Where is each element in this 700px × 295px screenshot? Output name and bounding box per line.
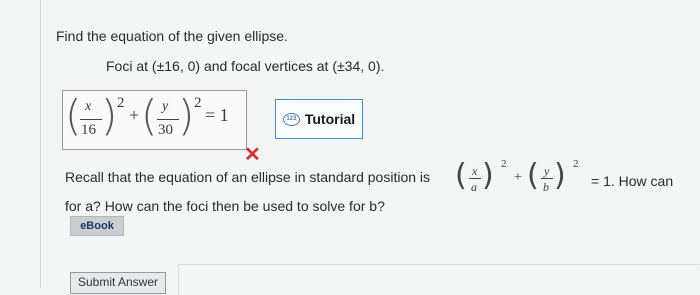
incorrect-icon: ✕ — [244, 144, 261, 166]
left-paren: ( — [141, 91, 158, 140]
answer-y-fraction-bar — [157, 119, 179, 120]
feedback-line-1-tail: = 1. How can — [591, 173, 674, 189]
answer-area-outline — [178, 264, 699, 295]
right-paren: ) — [101, 91, 118, 140]
formula-right-paren: ) — [554, 158, 566, 193]
formula-x-denominator: a — [471, 180, 477, 194]
tutorial-label: Tutorial — [304, 111, 356, 127]
left-divider — [40, 0, 41, 288]
answer-plus-sign: + — [129, 105, 140, 125]
question-prompt: Find the equation of the given ellipse. — [56, 28, 288, 44]
ebook-button[interactable]: eBook — [70, 216, 124, 236]
formula-left-paren: ( — [527, 158, 539, 193]
formula-right-paren: ) — [482, 158, 494, 193]
answer-y-denominator: 30 — [158, 122, 173, 138]
answer-input-box[interactable]: ( x 16 ) 2 + ( y 30 ) 2 = 1 — [62, 90, 247, 150]
formula-y-denominator: b — [543, 180, 549, 194]
formula-y-exponent: 2 — [573, 158, 579, 170]
formula-x-numerator: x — [472, 164, 478, 178]
answer-y-numerator: y — [162, 99, 169, 114]
question-given: Foci at (±16, 0) and focal vertices at (… — [106, 58, 385, 74]
answer-x-fraction-bar — [80, 119, 102, 120]
formula-x-bar — [469, 178, 481, 179]
left-paren: ( — [65, 91, 82, 140]
tutorial-button[interactable]: 123 Tutorial — [275, 99, 363, 139]
formula-y-numerator: y — [544, 164, 550, 178]
submit-answer-button[interactable]: Submit Answer — [70, 272, 166, 294]
formula-plus: + — [514, 170, 522, 185]
feedback-line-2: for a? How can the foci then be used to … — [65, 198, 385, 214]
answer-y-exponent: 2 — [194, 95, 202, 111]
answer-x-denominator: 16 — [81, 122, 96, 138]
answer-x-exponent: 2 — [117, 95, 125, 111]
feedback-line-1: Recall that the equation of an ellipse i… — [65, 169, 431, 185]
formula-y-bar — [541, 178, 553, 179]
formula-x-exponent: 2 — [501, 158, 507, 170]
answer-equals: = 1 — [205, 105, 229, 125]
right-paren: ) — [178, 91, 195, 140]
formula-left-paren: ( — [455, 158, 467, 193]
tutorial-icon: 123 — [282, 112, 300, 126]
answer-x-numerator: x — [85, 99, 92, 114]
